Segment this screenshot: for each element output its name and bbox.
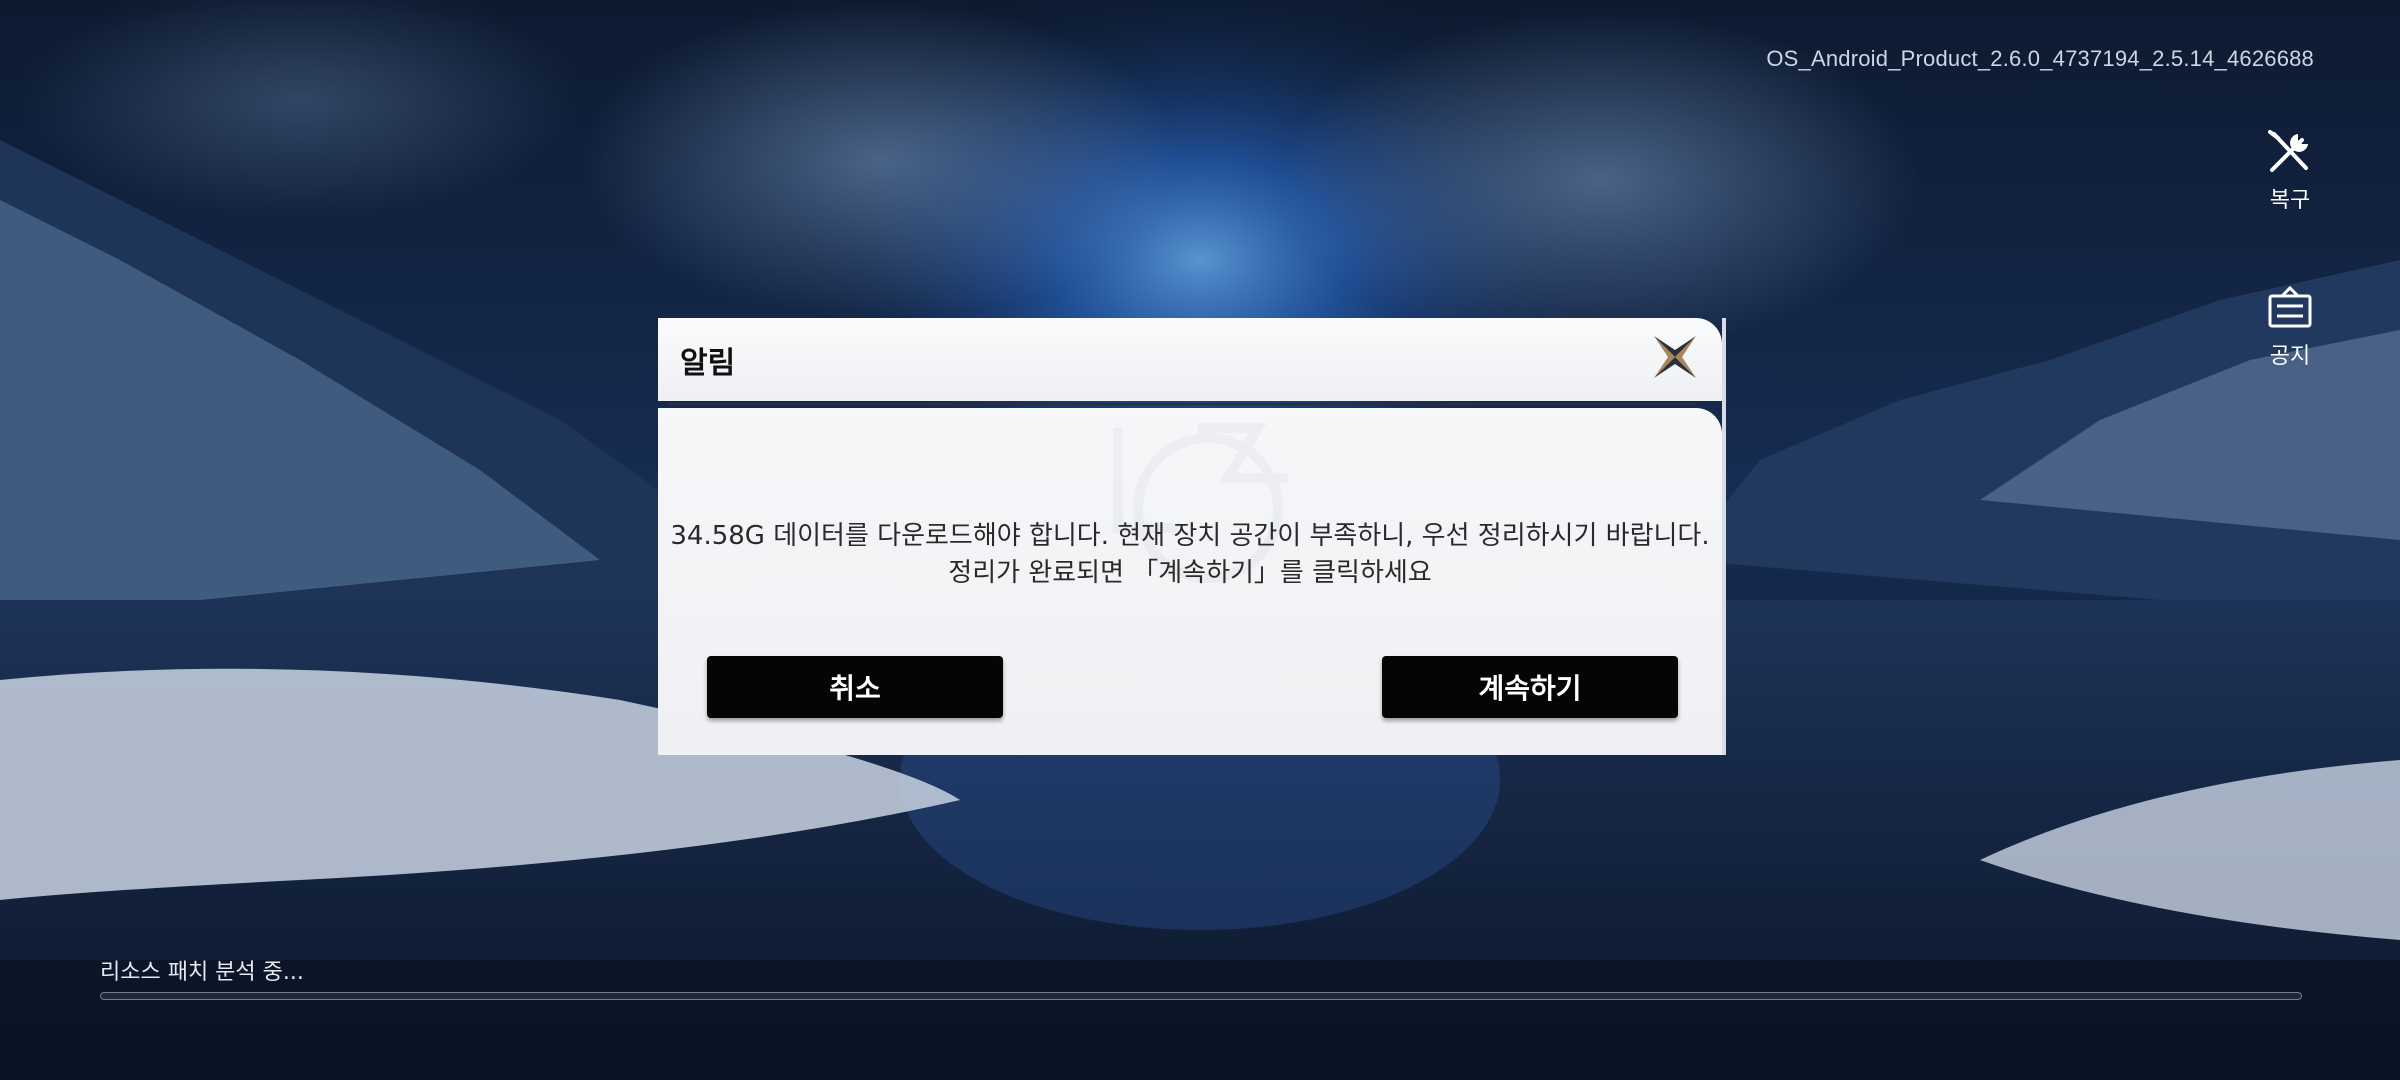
notice-button[interactable]: 공지 [2250,280,2330,370]
header-divider [668,403,1696,405]
version-label: OS_Android_Product_2.6.0_4737194_2.5.14_… [1766,46,2314,71]
wrench-screwdriver-icon [2262,124,2318,180]
dialog-message: 34.58G 데이터를 다운로드해야 합니다. 현재 장치 공간이 부족하니, … [658,518,1722,592]
close-button[interactable] [1646,328,1704,386]
message-line-1: 34.58G 데이터를 다운로드해야 합니다. 현재 장치 공간이 부족하니, … [670,521,1710,551]
progress-bar [100,992,2302,1000]
dialog-title: 알림 [680,346,736,381]
cancel-button[interactable]: 취소 [707,656,1003,718]
dialog-body: 34.58G 데이터를 다운로드해야 합니다. 현재 장치 공간이 부족하니, … [658,408,1722,755]
close-icon [1654,336,1696,378]
status-text: 리소스 패치 분석 중... [100,960,304,985]
continue-button[interactable]: 계속하기 [1382,656,1678,718]
dialog-edge [1722,318,1726,755]
repair-button[interactable]: 복구 [2250,124,2330,214]
notice-board-icon [2262,280,2318,336]
message-line-2: 정리가 완료되면 「계속하기」를 클릭하세요 [948,558,1432,588]
notice-label: 공지 [2269,344,2311,369]
notice-dialog: 알림 34.58G 데이터를 다운로드해야 합니다. 현재 장치 공간이 부족하… [658,318,1726,755]
repair-label: 복구 [2269,188,2311,213]
dialog-header: 알림 [658,318,1722,405]
